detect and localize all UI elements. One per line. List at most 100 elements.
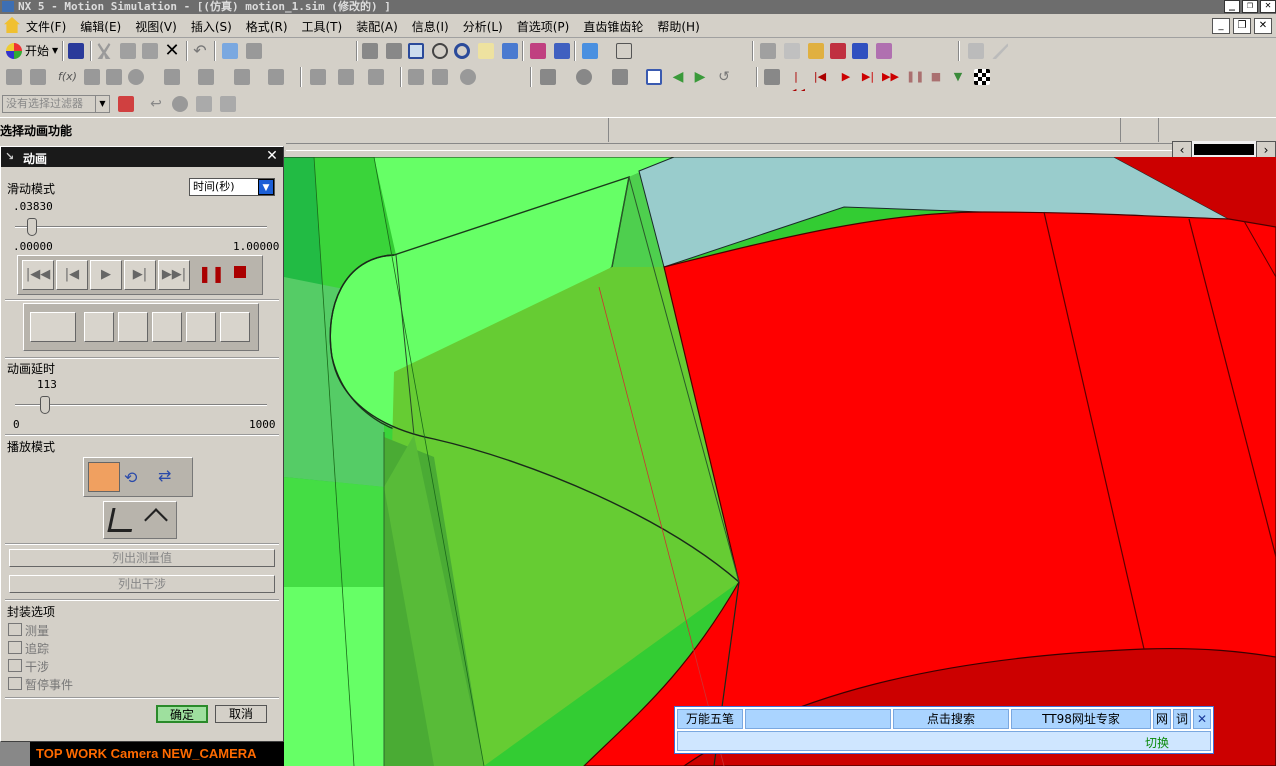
menu-item-2[interactable]: 视图(V) — [135, 18, 177, 35]
cube-icon[interactable] — [582, 43, 598, 59]
minimize-button[interactable]: _ — [1224, 0, 1240, 13]
ime-site-button[interactable]: TT98网址专家 — [1011, 709, 1151, 729]
snap-mid-icon[interactable] — [808, 43, 824, 59]
select-icon[interactable] — [222, 43, 238, 59]
menu-item-10[interactable]: 直齿锥齿轮 — [583, 18, 643, 35]
snap-quadrant-icon[interactable] — [852, 43, 868, 59]
save-icon[interactable] — [68, 43, 84, 59]
delete-icon[interactable]: ✕ — [164, 42, 180, 60]
orient-view-icon[interactable] — [616, 43, 632, 59]
pan-icon[interactable] — [478, 43, 494, 59]
flag-icon[interactable] — [974, 69, 990, 85]
anim-prev-icon[interactable]: |◀ — [812, 69, 828, 85]
solver-icon[interactable] — [368, 69, 384, 85]
doc-minimize-button[interactable]: _ — [1212, 18, 1230, 34]
measure-angle-icon[interactable] — [992, 43, 1008, 59]
constraint-icon[interactable] — [338, 69, 354, 85]
menu-item-4[interactable]: 格式(R) — [246, 18, 288, 35]
shading-icon[interactable] — [554, 43, 570, 59]
list-interference-button[interactable]: 列出干涉 — [9, 575, 275, 593]
fit-icon[interactable] — [362, 43, 378, 59]
motion-env-icon[interactable] — [6, 69, 22, 85]
anim-first-icon[interactable]: |◀◀ — [788, 69, 805, 99]
reverse-direction-icon[interactable] — [144, 508, 168, 532]
ime-close-icon[interactable]: ✕ — [1193, 709, 1211, 729]
menu-item-9[interactable]: 首选项(P) — [517, 18, 570, 35]
menu-item-8[interactable]: 分析(L) — [463, 18, 503, 35]
slider-icon[interactable] — [106, 69, 122, 85]
transform-icon[interactable] — [246, 43, 262, 59]
anim-stop-icon[interactable]: ■ — [928, 69, 944, 85]
anim-export-icon[interactable]: ▼ — [950, 69, 966, 85]
select-filter-icon[interactable] — [118, 96, 134, 112]
cut-icon[interactable] — [97, 43, 111, 59]
menu-item-5[interactable]: 工具(T) — [302, 18, 343, 35]
joint-icon[interactable] — [84, 69, 100, 85]
function-icon[interactable]: f(x) — [58, 69, 77, 85]
anim-last-icon[interactable]: ▶▶ — [882, 69, 899, 85]
menu-item-0[interactable]: 文件(F) — [26, 18, 66, 35]
doc-close-button[interactable]: ✕ — [1254, 18, 1272, 34]
measure-distance-icon[interactable] — [968, 43, 984, 59]
select-solid-icon[interactable] — [172, 96, 188, 112]
play-button[interactable]: ▶ — [90, 260, 122, 290]
gear-icon[interactable] — [128, 69, 144, 85]
select-face-icon[interactable] — [220, 96, 236, 112]
measure-checkbox[interactable] — [8, 623, 22, 636]
link-icon[interactable] — [30, 69, 46, 85]
driver-icon[interactable] — [460, 69, 476, 85]
arrow-right-icon[interactable]: ▶ — [692, 69, 708, 85]
menu-item-1[interactable]: 编辑(E) — [80, 18, 121, 35]
trace-tool-icon[interactable] — [84, 312, 114, 342]
force-icon[interactable] — [198, 69, 214, 85]
spring-icon[interactable] — [164, 69, 180, 85]
type-filter-select[interactable]: 没有选择过滤器 ▼ — [2, 95, 110, 113]
anim-pause-icon[interactable]: ❚❚ — [906, 69, 924, 85]
marker-icon[interactable] — [268, 69, 284, 85]
render-style-icon[interactable] — [530, 43, 546, 59]
torque-icon[interactable] — [234, 69, 250, 85]
dialog-close-icon[interactable]: ✕ — [264, 148, 280, 164]
pingpong-mode-icon[interactable]: ⇄ — [158, 466, 171, 485]
grid-icon[interactable] — [646, 69, 662, 85]
stop-button[interactable] — [234, 266, 246, 278]
menu-item-3[interactable]: 插入(S) — [191, 18, 232, 35]
rotate-icon[interactable] — [454, 43, 470, 59]
contact-icon[interactable] — [310, 69, 326, 85]
zoom-window-icon[interactable] — [386, 43, 402, 59]
ok-button[interactable]: 确定 — [156, 705, 208, 723]
start-button[interactable]: 开始 ▼ — [6, 42, 58, 59]
snapshot-tool-icon[interactable] — [30, 312, 76, 342]
snap-end-icon[interactable] — [784, 43, 800, 59]
loop-mode-icon[interactable]: ⟲ — [124, 468, 137, 487]
close-button[interactable]: ✕ — [1260, 0, 1276, 13]
trace-checkbox[interactable] — [8, 641, 22, 654]
snap-center-icon[interactable] — [830, 43, 846, 59]
home-icon[interactable] — [4, 17, 20, 33]
ime-mode-button[interactable]: 万能五笔 — [677, 709, 743, 729]
interference-checkbox[interactable] — [8, 659, 22, 672]
menu-item-6[interactable]: 装配(A) — [356, 18, 398, 35]
undo-icon[interactable]: ↶ — [192, 43, 208, 59]
pause-button[interactable]: ❚❚ — [198, 264, 225, 283]
select-edge-icon[interactable] — [196, 96, 212, 112]
first-frame-button[interactable]: |◀◀ — [22, 260, 54, 290]
last-frame-button[interactable]: ▶▶| — [158, 260, 190, 290]
anim-grid-icon[interactable] — [764, 69, 780, 85]
explode-tool-icon[interactable] — [118, 312, 148, 342]
list-measurements-button[interactable]: 列出测量值 — [9, 549, 275, 567]
loop-icon[interactable]: ↺ — [716, 69, 732, 85]
scroll-thumb[interactable] — [1194, 144, 1254, 155]
solution-icon[interactable] — [540, 69, 556, 85]
view-icon[interactable] — [502, 43, 518, 59]
slide-mode-select[interactable]: 时间(秒) ▼ — [189, 178, 275, 196]
load-icon[interactable] — [408, 69, 424, 85]
ime-search-button[interactable]: 点击搜索 — [893, 709, 1009, 729]
anim-next-icon[interactable]: ▶| — [860, 69, 876, 85]
step-forward-button[interactable]: ▶| — [124, 260, 156, 290]
copy-icon[interactable] — [120, 43, 136, 59]
menu-item-11[interactable]: 帮助(H) — [657, 18, 699, 35]
forward-direction-icon[interactable] — [107, 508, 137, 532]
reset-tool-icon[interactable] — [220, 312, 250, 342]
deselect-icon[interactable]: ↩ — [148, 96, 164, 112]
